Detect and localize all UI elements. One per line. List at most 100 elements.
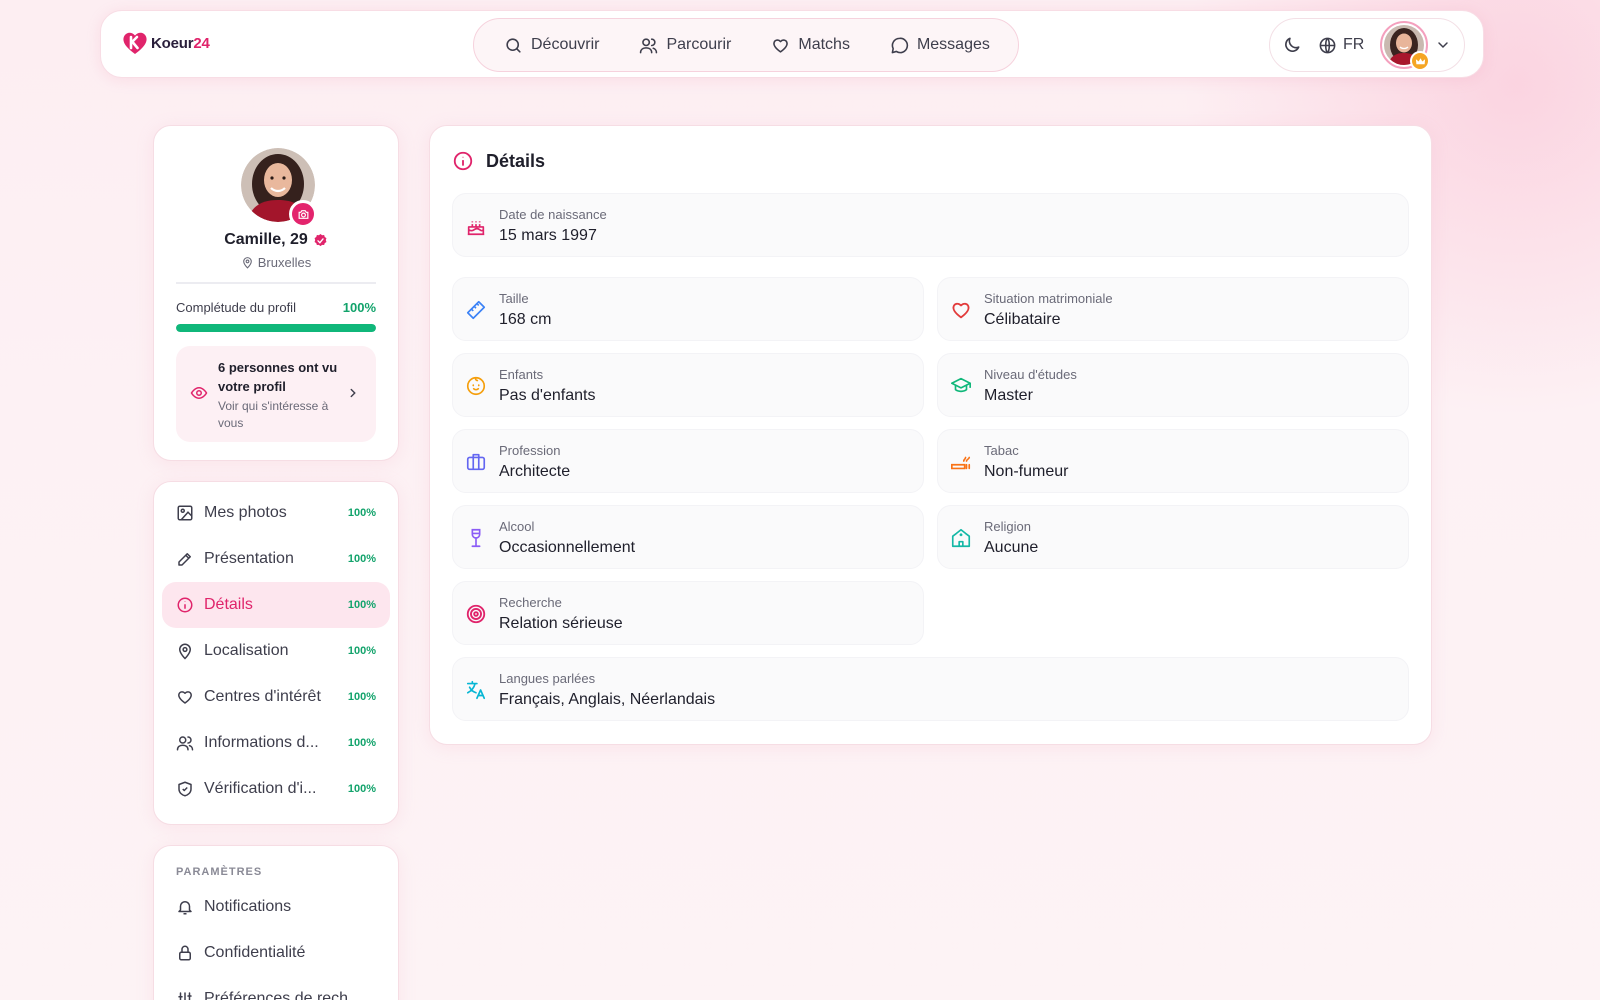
detail-label: Alcool (499, 519, 535, 534)
detail-value: Aucune (984, 539, 1039, 556)
detail-value: Célibataire (984, 311, 1061, 328)
menu-item-label: Informations d... (204, 734, 319, 751)
menu-item-details[interactable]: Détails 100% (162, 582, 390, 628)
divider (176, 282, 376, 284)
detail-value: Architecte (499, 463, 571, 480)
detail-value: Master (984, 387, 1033, 404)
user-avatar-menu[interactable] (1380, 21, 1431, 71)
detail-value: Relation sérieuse (499, 615, 623, 632)
nav-discover[interactable]: Découvrir (486, 25, 617, 65)
nav-messages-label: Messages (916, 36, 990, 53)
detail-label: Profession (499, 443, 561, 458)
detail-value: Non-fumeur (984, 463, 1069, 480)
camera-icon (298, 209, 308, 219)
detail-religion[interactable]: Religion Aucune (937, 505, 1409, 569)
menu-item-percent: 100% (347, 645, 376, 657)
eye-icon (190, 386, 208, 400)
detail-children[interactable]: Enfants Pas d'enfants (452, 353, 924, 417)
language-selector[interactable]: FR (1318, 36, 1364, 55)
menu-item-label: Vérification d'i... (204, 780, 317, 797)
account-dropdown[interactable] (1434, 33, 1452, 57)
completion-progress-bar (176, 324, 376, 332)
detail-label: Langues parlées (499, 671, 596, 686)
sliders-icon (178, 992, 192, 1000)
bell-icon (178, 901, 192, 915)
baby-icon (466, 376, 486, 396)
detail-birthdate[interactable]: Date de naissance 15 mars 1997 (452, 193, 1409, 257)
change-photo-button[interactable] (289, 200, 317, 228)
settings-menu: PARAMÈTRES Notifications Confidentialité… (153, 845, 399, 1000)
detail-label: Taille (499, 291, 529, 306)
settings-item-label: Notifications (204, 898, 292, 915)
chevron-right-icon (350, 388, 356, 398)
menu-item-percent: 100% (347, 737, 376, 749)
heart-icon (773, 38, 789, 53)
nav-browse-label: Parcourir (666, 36, 732, 53)
menu-item-label: Détails (204, 596, 253, 613)
details-title: Détails (486, 150, 546, 171)
briefcase-icon (466, 453, 486, 471)
menu-item-information[interactable]: Informations d... 100% (162, 720, 390, 766)
profile-sections-menu: Mes photos 100% Présentation 100% Détail… (153, 481, 399, 825)
heart-icon (952, 302, 970, 319)
detail-label: Tabac (984, 443, 1019, 458)
verified-icon (314, 233, 327, 246)
menu-item-presentation[interactable]: Présentation 100% (162, 536, 390, 582)
nav-browse[interactable]: Parcourir (621, 25, 749, 65)
menu-item-location[interactable]: Localisation 100% (162, 628, 390, 674)
profile-views-card[interactable]: 6 personnes ont vu votre profil Voir qui… (176, 346, 376, 442)
detail-alcohol[interactable]: Alcool Occasionnellement (452, 505, 924, 569)
settings-item-notifications[interactable]: Notifications (162, 884, 390, 930)
logo-heart-icon (123, 32, 147, 54)
profile-views-subtitle: Voir qui s'intéresse à vous (218, 399, 329, 430)
lock-icon (179, 945, 191, 961)
menu-item-interests[interactable]: Centres d'intérêt 100% (162, 674, 390, 720)
settings-item-privacy[interactable]: Confidentialité (162, 930, 390, 976)
detail-value: Occasionnellement (499, 539, 636, 556)
nav-messages[interactable]: Messages (872, 25, 1008, 65)
chevron-down-icon (1438, 42, 1448, 49)
crown-icon (1415, 57, 1425, 64)
wine-glass-icon (471, 528, 481, 548)
users-icon (176, 736, 194, 751)
profile-summary-card: Camille, 29 Bruxelles Complétude du prof… (153, 125, 399, 461)
menu-item-label: Présentation (204, 550, 294, 567)
detail-label: Date de naissance (499, 207, 607, 222)
detail-label: Enfants (499, 367, 544, 382)
nav-matches[interactable]: Matchs (753, 25, 868, 65)
profile-name: Camille, 29 (224, 231, 308, 248)
detail-label: Recherche (499, 595, 562, 610)
top-header: Koeur24 Découvrir Parcourir Matchs Messa… (100, 10, 1484, 78)
heart-icon (178, 691, 192, 704)
detail-smoking[interactable]: Tabac Non-fumeur (937, 429, 1409, 493)
detail-value: Pas d'enfants (499, 387, 596, 404)
settings-item-search-prefs[interactable]: Préférences de rech (162, 976, 390, 1000)
target-icon (466, 604, 486, 624)
completion-label: Complétude du profil (176, 300, 296, 315)
completion-progress-fill (176, 324, 376, 332)
premium-badge (1410, 51, 1431, 71)
menu-item-verification[interactable]: Vérification d'i... 100% (162, 766, 390, 812)
dark-mode-toggle[interactable] (1282, 33, 1302, 57)
detail-marital-status[interactable]: Situation matrimoniale Célibataire (937, 277, 1409, 341)
profile-name-row: Camille, 29 (154, 231, 398, 249)
details-heading: Détails (452, 150, 545, 172)
detail-seeking[interactable]: Recherche Relation sérieuse (452, 581, 924, 645)
image-icon (177, 505, 193, 521)
detail-value: Français, Anglais, Néerlandais (499, 691, 716, 708)
logo[interactable]: Koeur24 (121, 29, 210, 57)
details-panel: Détails Date de naissance 15 mars 1997 T… (429, 125, 1432, 745)
detail-education[interactable]: Niveau d'études Master (937, 353, 1409, 417)
info-icon (453, 151, 473, 171)
profile-location: Bruxelles (154, 255, 398, 270)
translate-icon (466, 680, 486, 700)
main-nav: Découvrir Parcourir Matchs Messages (473, 18, 1019, 72)
menu-item-percent: 100% (347, 599, 376, 611)
info-icon (177, 597, 193, 613)
detail-languages[interactable]: Langues parlées Français, Anglais, Néerl… (452, 657, 1409, 721)
detail-value: 15 mars 1997 (499, 227, 597, 244)
detail-height[interactable]: Taille 168 cm (452, 277, 924, 341)
detail-profession[interactable]: Profession Architecte (452, 429, 924, 493)
cigarette-icon (951, 456, 971, 470)
menu-item-photos[interactable]: Mes photos 100% (162, 490, 390, 536)
